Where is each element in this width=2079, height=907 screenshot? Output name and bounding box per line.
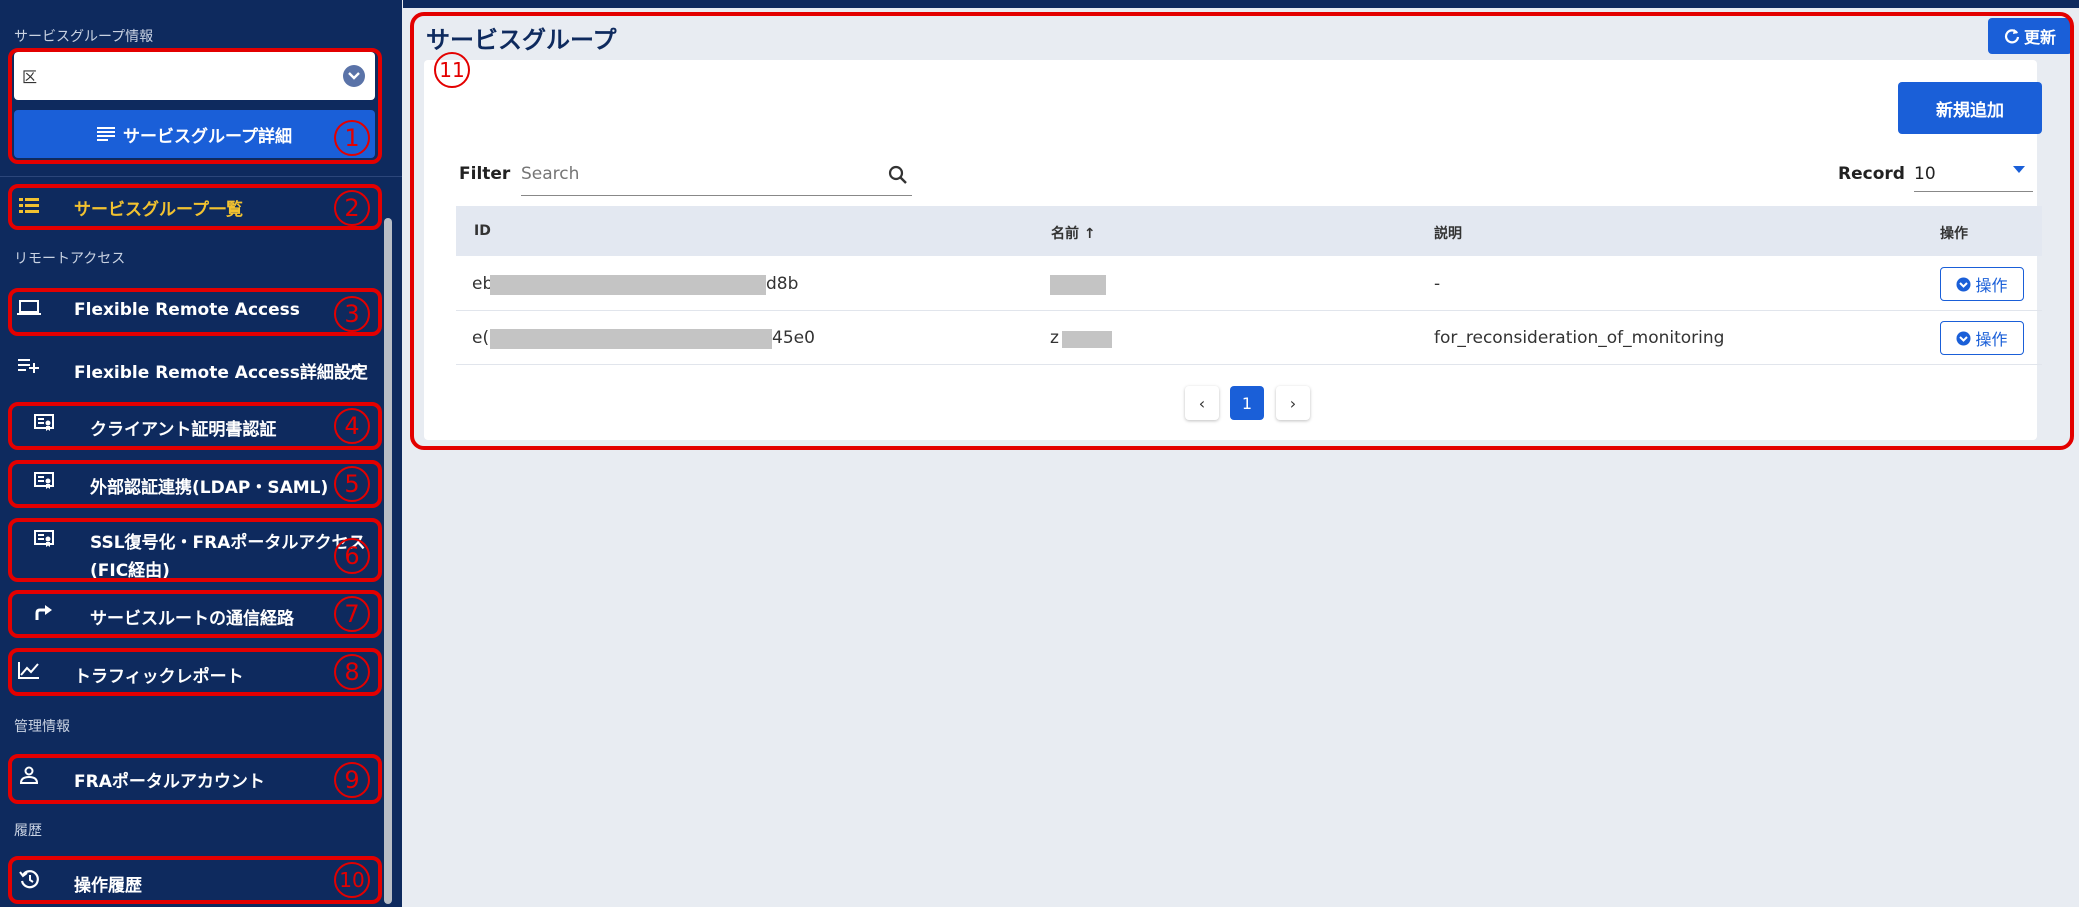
section-history: 履歴 bbox=[14, 823, 42, 839]
divider bbox=[0, 176, 402, 177]
highlight-box-1 bbox=[8, 48, 382, 164]
top-bar bbox=[403, 0, 2079, 8]
highlight-box-8 bbox=[8, 648, 382, 696]
highlight-box-7 bbox=[8, 590, 382, 638]
annotation-number: 8 bbox=[334, 654, 370, 690]
annotation-number: 1 bbox=[334, 120, 370, 156]
playlist-add-icon bbox=[16, 356, 42, 376]
annotation-number: 2 bbox=[334, 190, 370, 226]
section-group-info: サービスグループ情報 bbox=[14, 29, 154, 45]
annotation-number: 4 bbox=[334, 408, 370, 444]
highlight-box-3 bbox=[8, 288, 382, 336]
annotation-number: 9 bbox=[334, 762, 370, 798]
annotation-number: 3 bbox=[334, 296, 370, 332]
annotation-number: 7 bbox=[334, 596, 370, 632]
highlight-box-9 bbox=[8, 754, 382, 804]
annotation-number: 10 bbox=[334, 862, 370, 898]
highlight-box-5 bbox=[8, 460, 382, 508]
highlight-box-2 bbox=[8, 184, 382, 230]
chevron-up-icon[interactable] bbox=[346, 358, 366, 378]
highlight-box-11 bbox=[410, 12, 2074, 450]
annotation-number: 5 bbox=[334, 466, 370, 502]
section-admin-info: 管理情報 bbox=[14, 719, 70, 735]
highlight-box-6 bbox=[8, 518, 382, 582]
sidebar-item-fra-settings[interactable]: Flexible Remote Access詳細設定 bbox=[74, 358, 368, 383]
sidebar-scrollbar[interactable] bbox=[384, 218, 392, 904]
annotation-number: 11 bbox=[434, 52, 470, 88]
annotation-number: 6 bbox=[334, 538, 370, 574]
highlight-box-10 bbox=[8, 856, 382, 904]
highlight-box-4 bbox=[8, 402, 382, 450]
section-remote-access: リモートアクセス bbox=[14, 251, 126, 267]
